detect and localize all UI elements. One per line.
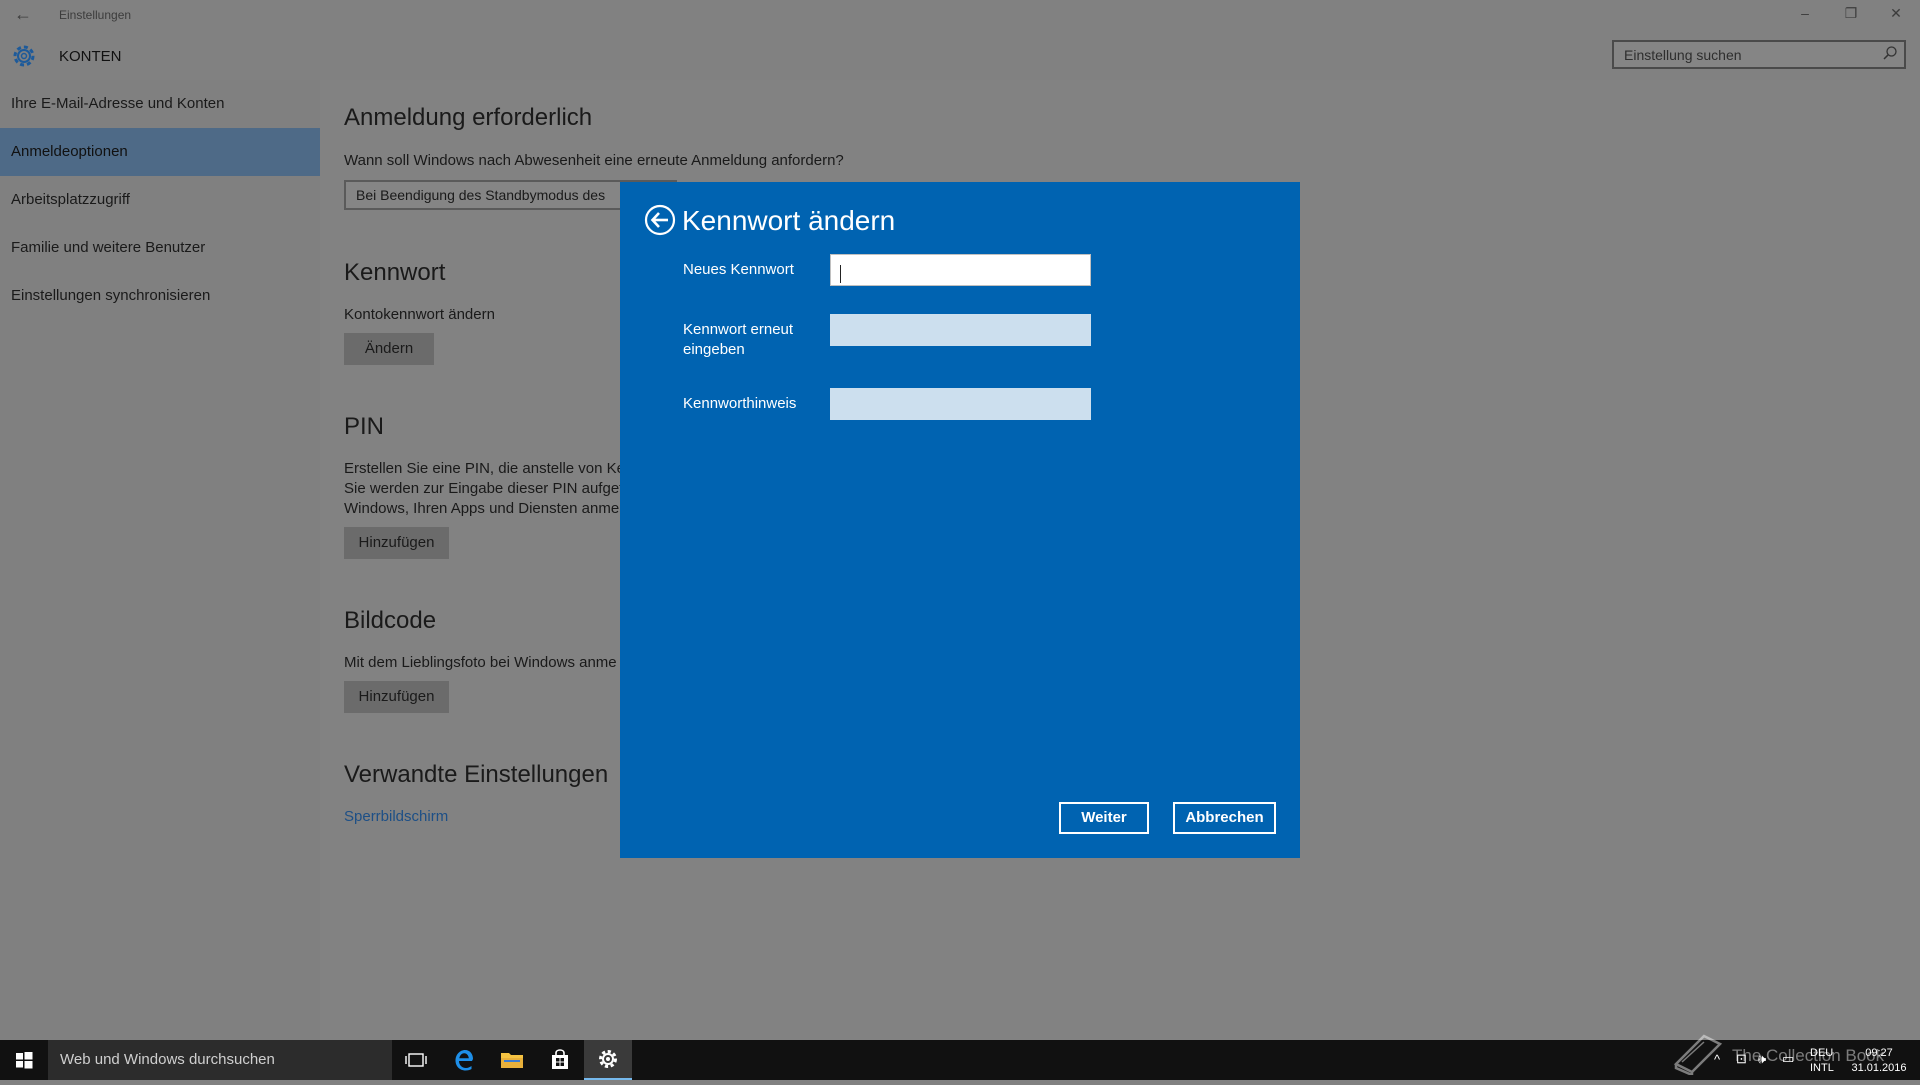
- pin-heading: PIN: [344, 413, 385, 440]
- dialog-title: Kennwort ändern: [682, 205, 896, 236]
- new-password-label: Neues Kennwort: [683, 261, 794, 278]
- confirm-password-input[interactable]: [830, 314, 1091, 346]
- picture-password-heading: Bildcode: [344, 607, 437, 634]
- back-arrow-icon[interactable]: ←: [14, 4, 32, 25]
- sidebar-item-email-accounts[interactable]: Ihre E-Mail-Adresse und Konten: [0, 80, 320, 128]
- file-explorer-button[interactable]: [488, 1040, 536, 1080]
- add-picture-password-button[interactable]: Hinzufügen: [344, 681, 449, 713]
- task-view-icon: [405, 1053, 427, 1067]
- signin-question: Wann soll Windows nach Abwesenheit eine …: [344, 152, 844, 169]
- cancel-button[interactable]: Abbrechen: [1173, 802, 1276, 834]
- book-logo-icon: [1673, 1034, 1723, 1075]
- taskbar-search[interactable]: Web und Windows durchsuchen: [48, 1040, 392, 1080]
- picture-password-description: Mit dem Lieblingsfoto bei Windows anme: [344, 654, 617, 671]
- edge-button[interactable]: [440, 1040, 488, 1080]
- close-button[interactable]: ✕: [1881, 5, 1911, 22]
- search-input[interactable]: [1622, 45, 1876, 65]
- restore-button[interactable]: ❐: [1836, 5, 1866, 22]
- minimize-button[interactable]: –: [1790, 5, 1820, 21]
- pin-text-line3: Windows, Ihren Apps und Diensten anmel: [344, 500, 623, 517]
- sidebar-item-family[interactable]: Familie und weitere Benutzer: [0, 224, 320, 272]
- start-button[interactable]: [0, 1040, 48, 1080]
- pin-text-line2: Sie werden zur Eingabe dieser PIN aufgef…: [344, 480, 632, 497]
- back-circle-icon[interactable]: [644, 204, 676, 236]
- related-settings-heading: Verwandte Einstellungen: [344, 761, 609, 788]
- next-button[interactable]: Weiter: [1059, 802, 1149, 834]
- text-cursor: [840, 265, 841, 283]
- settings-search[interactable]: [1612, 40, 1906, 69]
- search-icon[interactable]: [1882, 45, 1898, 61]
- folder-icon: [501, 1053, 523, 1068]
- new-password-input[interactable]: [830, 254, 1091, 286]
- title-bar: ← Einstellungen – ❐ ✕: [0, 0, 1920, 30]
- password-description: Kontokennwort ändern: [344, 306, 495, 323]
- window-title: Einstellungen: [59, 8, 132, 22]
- pin-text-line1: Erstellen Sie eine PIN, die anstelle von…: [344, 460, 630, 477]
- section-title: KONTEN: [59, 48, 122, 65]
- gear-icon: [13, 45, 35, 67]
- edge-browser-icon: [455, 1050, 473, 1071]
- task-view-button[interactable]: [392, 1040, 440, 1080]
- store-bag-icon: [552, 1049, 568, 1069]
- password-hint-label: Kennworthinweis: [683, 395, 797, 412]
- password-hint-input[interactable]: [830, 388, 1091, 420]
- change-password-dialog: Kennwort ändern Neues Kennwort Kennwort …: [620, 182, 1300, 858]
- sidebar-item-signin-options[interactable]: Anmeldeoptionen: [0, 128, 320, 176]
- lock-screen-link[interactable]: Sperrbildschirm: [344, 808, 448, 825]
- watermark: The Collection Book: [1670, 1030, 1910, 1075]
- sidebar-item-work-access[interactable]: Arbeitsplatzzugriff: [0, 176, 320, 224]
- settings-gear-icon: [599, 1050, 617, 1068]
- sidebar: Ihre E-Mail-Adresse und Konten Anmeldeop…: [0, 80, 320, 1040]
- taskbar: Web und Windows durchsuchen ^ ⊡ 🕪 ▭ DEU …: [0, 1040, 1920, 1080]
- sidebar-item-sync[interactable]: Einstellungen synchronisieren: [0, 272, 320, 320]
- signin-heading: Anmeldung erforderlich: [344, 104, 593, 131]
- add-pin-button[interactable]: Hinzufügen: [344, 527, 449, 559]
- store-button[interactable]: [536, 1040, 584, 1080]
- confirm-password-label: Kennwort erneut eingeben: [683, 321, 794, 358]
- password-heading: Kennwort: [344, 259, 446, 286]
- windows-logo-icon: [16, 1052, 33, 1069]
- change-password-button[interactable]: Ändern: [344, 333, 434, 365]
- settings-taskbar-button[interactable]: [584, 1040, 632, 1080]
- watermark-text: The Collection Book: [1732, 1046, 1885, 1065]
